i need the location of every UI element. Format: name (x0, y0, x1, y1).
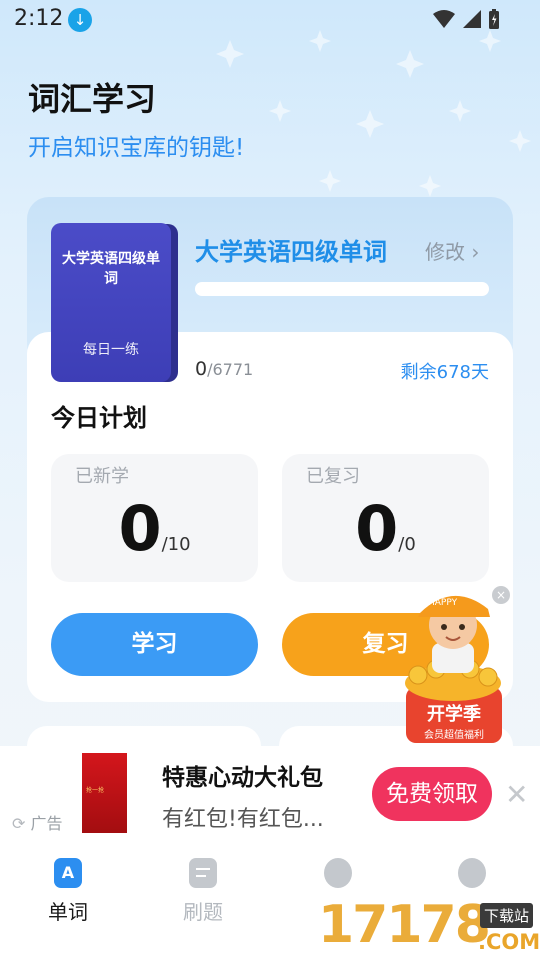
new-learned-target: /10 (161, 534, 191, 555)
promo-close-button[interactable]: × (492, 586, 510, 604)
reviewed-label: 已复习 (306, 466, 360, 487)
nav-item-practice[interactable]: 刷题 (163, 858, 243, 925)
ad-thumbnail-text: 抢一抢 (86, 787, 105, 794)
new-learned-value: 0/10 (51, 492, 258, 565)
page-title: 词汇学习 (28, 80, 157, 118)
nav-label-words: 单词 (48, 900, 88, 924)
status-time: 2:12 (14, 6, 64, 31)
edit-book-link[interactable]: 修改 › (425, 236, 479, 265)
remaining-days: 剩余678天 (400, 362, 489, 383)
book-cover-title: 大学英语四级单词 (62, 251, 160, 287)
nav-item-discover[interactable] (298, 858, 378, 896)
watermark-domain: .COM (478, 930, 540, 954)
new-learned-box: 已新学 0/10 (51, 454, 258, 582)
new-learned-count: 0 (118, 492, 162, 565)
learned-count: 0/6771 (195, 358, 253, 380)
ad-title: 特惠心动大礼包 (162, 765, 323, 791)
reviewed-target: /0 (398, 534, 416, 555)
reviewed-value: 0/0 (282, 492, 489, 565)
reviewed-box: 已复习 0/0 (282, 454, 489, 582)
nav-item-words[interactable]: A 单词 (28, 858, 108, 925)
watermark-digits: 17178 (318, 895, 491, 955)
progress-track (195, 282, 489, 296)
total-words: /6771 (207, 360, 254, 379)
promo-main-text: 开学季 (427, 704, 481, 725)
compass-icon (324, 858, 352, 888)
book-cover-subtitle: 每日一练 (83, 342, 139, 358)
ad-label: ⟳ 广告 (12, 810, 63, 834)
plan-title: 今日计划 (51, 404, 147, 432)
watermark-tag: 下载站 (480, 903, 534, 928)
download-icon: ↓ (68, 8, 92, 32)
ad-close-button[interactable]: ✕ (505, 778, 528, 811)
new-learned-label: 已新学 (75, 466, 129, 487)
learn-button[interactable]: 学习 (51, 613, 258, 676)
ad-refresh-icon: ⟳ (12, 814, 31, 833)
promo-sub-text: 会员超值福利 (424, 730, 484, 741)
page-subtitle: 开启知识宝库的钥匙! (28, 135, 245, 161)
ad-claim-button[interactable]: 免费领取 (372, 767, 492, 821)
ad-thumbnail: 抢一抢 (82, 753, 127, 833)
nav-item-profile[interactable] (432, 858, 512, 896)
profile-icon (458, 858, 486, 888)
book-name: 大学英语四级单词 (195, 238, 387, 266)
document-icon (189, 858, 217, 888)
ad-label-text: 广告 (30, 814, 63, 833)
promo-text: 开学季 会员超值福利 (402, 700, 506, 741)
book-cover[interactable]: 大学英语四级单词 每日一练 (51, 223, 171, 382)
nav-label-practice: 刷题 (183, 900, 223, 924)
letter-a-icon: A (54, 858, 82, 888)
learned-value: 0 (195, 358, 208, 380)
ad-description: 有红包!有红包... (162, 807, 324, 832)
svg-text:HAPPY: HAPPY (428, 598, 458, 608)
reviewed-count: 0 (355, 492, 399, 565)
sparkle-decoration (216, 30, 531, 197)
